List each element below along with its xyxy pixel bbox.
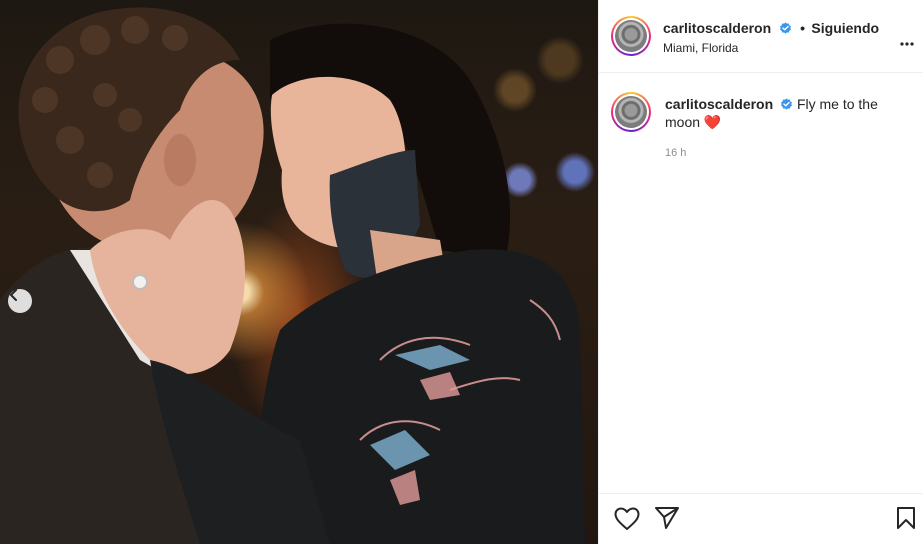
post-caption: carlitoscalderon Fly me to the moon ❤️: [665, 95, 905, 131]
author-username[interactable]: carlitoscalderon: [663, 20, 771, 36]
post-timestamp[interactable]: 16 h: [665, 147, 686, 159]
bookmark-icon: [897, 507, 915, 529]
post-location[interactable]: Miami, Florida: [663, 41, 738, 55]
heart-icon: [614, 507, 640, 530]
separator-dot: •: [800, 20, 805, 36]
author-avatar[interactable]: [611, 16, 651, 56]
verified-badge-icon: [779, 22, 791, 34]
more-options-icon: [900, 42, 914, 46]
like-button[interactable]: [614, 507, 640, 536]
post-side-panel: carlitoscalderon • Siguiendo Miami, Flor…: [598, 0, 923, 544]
share-button[interactable]: [654, 506, 680, 535]
previous-photo-button[interactable]: [8, 289, 32, 313]
photo-illustration: [0, 7, 585, 544]
chevron-left-icon: [10, 289, 17, 301]
save-button[interactable]: [896, 506, 916, 535]
more-options-button[interactable]: [900, 33, 914, 51]
post-header: carlitoscalderon • Siguiendo Miami, Flor…: [599, 0, 923, 73]
post-photo: [0, 0, 598, 544]
following-button[interactable]: Siguiendo: [811, 20, 879, 36]
verified-badge-icon: [781, 98, 793, 110]
post-actions-bar: [599, 493, 923, 544]
heart-emoji: ❤️: [703, 114, 722, 130]
caption-author-avatar[interactable]: [611, 92, 651, 132]
caption-username[interactable]: carlitoscalderon: [665, 96, 773, 112]
paper-plane-icon: [655, 507, 679, 529]
